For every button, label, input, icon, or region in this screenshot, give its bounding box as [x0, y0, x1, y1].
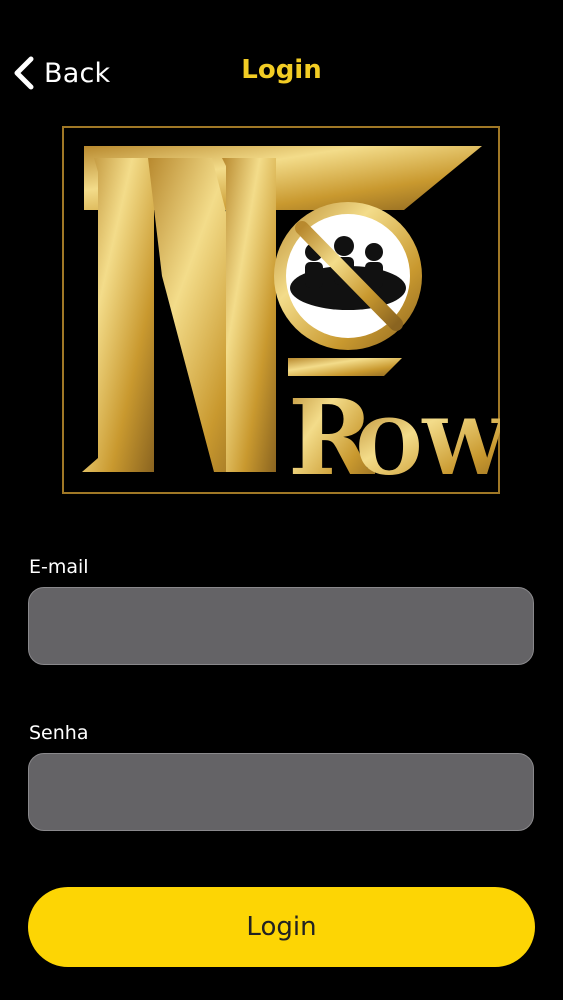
page-title: Login — [241, 55, 322, 85]
email-label: E-mail — [29, 556, 89, 578]
no-people-sign-icon — [274, 202, 422, 350]
password-label: Senha — [29, 722, 89, 744]
password-field[interactable] — [28, 753, 534, 831]
login-button[interactable]: Login — [28, 887, 535, 967]
email-field[interactable] — [28, 587, 534, 665]
norow-logo: R OW — [62, 126, 500, 494]
navigation-bar: Back Login — [0, 0, 563, 140]
svg-text:OW: OW — [356, 403, 500, 492]
